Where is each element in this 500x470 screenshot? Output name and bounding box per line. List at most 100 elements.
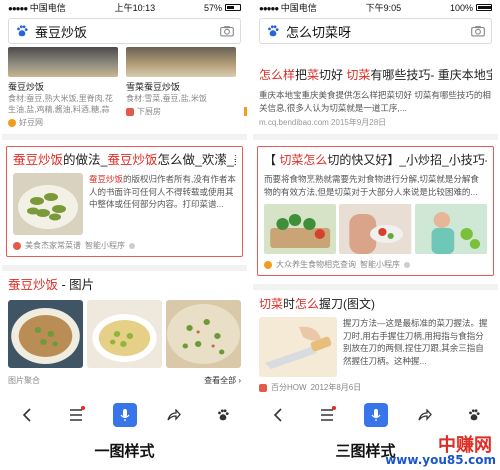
mini-program-label: 智能小程序 (360, 260, 400, 269)
battery-icon (475, 4, 492, 11)
notification-dot (331, 406, 336, 410)
paw-icon (217, 409, 229, 421)
recipe-cards: 蚕豆炒饭 食材:蚕豆,熟大米饭,里脊肉,花生油,盐,鸡精,酱油,料酒,糖,蒜 好… (2, 47, 247, 128)
chevron-left-icon (273, 408, 282, 422)
status-bar: ●●●●● 中国电信 上午10:13 57% (2, 0, 247, 15)
article-result[interactable]: 怎么样把菜切好 切菜有哪些技巧- 重庆本地宝 重庆本地宝重庆美食提供怎么样把菜切… (253, 47, 498, 128)
results-list: 蚕豆炒饭 食材:蚕豆,熟大米饭,里脊肉,花生油,盐,鸡精,酱油,料酒,糖,蒜 好… (2, 47, 247, 412)
divider (2, 134, 247, 140)
recipe-source: 下厨房 (137, 107, 161, 116)
signal-icon: ●●●●● (259, 4, 279, 13)
result-image (264, 204, 337, 254)
result-thumbnail (13, 173, 83, 235)
result-meta: m.cq.bendibao.com 2015年9月28日 (259, 118, 387, 127)
result-card-highlighted[interactable]: 蚕豆炒饭的做法_蚕豆炒饭怎么做_欢潆_美... 蚕豆炒饭的版权归作者所有,没有作… (6, 146, 243, 257)
image-result[interactable] (8, 300, 83, 368)
camera-icon[interactable] (471, 25, 485, 37)
status-bar: ●●●●● 中国电信 下午9:05 100% (253, 0, 498, 15)
result-source: 大众养生食物相克查询 (276, 260, 356, 269)
meishij-logo-icon (13, 241, 21, 250)
camera-icon[interactable] (220, 25, 234, 37)
article-result[interactable]: 切菜时怎么握刀(图文) 握刀方法—这是最标准的菜刀握法。握刀时,用右手握住刀柄,… (253, 296, 498, 393)
result-image (414, 204, 487, 254)
image-result[interactable] (87, 300, 162, 368)
xiachufang-logo-icon (126, 107, 134, 116)
voice-search-button[interactable] (363, 403, 388, 427)
watermark-url: www.you85.com (385, 453, 496, 467)
image-section-title[interactable]: 蚕豆炒饭 - 图片 (8, 277, 241, 294)
share-button[interactable] (162, 404, 186, 426)
search-input[interactable]: 怎么切菜呀 (286, 22, 465, 41)
result-title[interactable]: 蚕豆炒饭的做法_蚕豆炒饭怎么做_欢潆_美... (13, 152, 236, 169)
menu-button[interactable] (315, 404, 339, 426)
view-all-link[interactable]: 查看全部 › (204, 375, 241, 386)
menu-button[interactable] (64, 404, 88, 426)
results-list: 怎么样把菜切好 切菜有哪些技巧- 重庆本地宝 重庆本地宝重庆美食提供怎么样把菜切… (253, 47, 498, 412)
recipe-card[interactable]: 蚕豆炒饭 食材:蚕豆,熟大米饭,里脊肉,花生油,盐,鸡精,酱油,料酒,糖,蒜 好… (8, 47, 118, 128)
recipe-image (126, 47, 236, 77)
recipe-image (8, 47, 118, 77)
result-title[interactable]: 【 切菜怎么切的快又好】_小炒招_小技巧-... (264, 152, 487, 169)
result-card-highlighted[interactable]: 【 切菜怎么切的快又好】_小炒招_小技巧-... 而要将食物烹熟就需要先对食物进… (257, 146, 494, 276)
result-date: 2012年8月6日 (310, 383, 362, 392)
microphone-icon (371, 409, 380, 421)
menu-icon (69, 409, 82, 421)
mini-program-icon (404, 261, 410, 268)
recipe-ingredients: 食材:雪菜,蚕豆,盐,米饭 (126, 94, 207, 103)
clock: 下午9:05 (365, 3, 402, 13)
result-source: 百分HOW (271, 383, 307, 392)
image-result[interactable] (166, 300, 241, 368)
image-section: 蚕豆炒饭 - 图片 图片聚合 查看全部 › (2, 277, 247, 386)
voice-search-button[interactable] (112, 403, 137, 427)
battery-icon (225, 4, 241, 11)
baidu-paw-icon (17, 25, 28, 37)
right-phone-screen: ●●●●● 中国电信 下午9:05 100% 怎么切菜呀 怎么样把菜切好 切菜有… (253, 0, 498, 470)
result-title[interactable]: 怎么样把菜切好 切菜有哪些技巧- 重庆本地宝 (259, 67, 492, 84)
haodou-logo-icon (8, 118, 16, 127)
image-aggregate-label: 图片聚合 (8, 376, 40, 385)
signal-icon: ●●●●● (8, 4, 28, 13)
result-description: 握刀方法—这是最标准的菜刀握法。握刀时,用右手握住刀柄,用拇指与食指分别放在刀的… (343, 318, 488, 366)
carrier: ●●●●● 中国电信 (8, 3, 66, 13)
recipe-name: 雪菜蚕豆炒饭 (126, 82, 181, 92)
carrier: ●●●●● 中国电信 (259, 3, 317, 13)
notification-dot (80, 406, 85, 410)
recipe-name: 蚕豆炒饭 (8, 82, 45, 92)
result-description: 蚕豆炒饭的版权归作者所有,没有作者本人的书面许可任何人不得转载或使用其中整体或任… (89, 174, 236, 209)
bottom-nav (2, 402, 247, 428)
share-button[interactable] (413, 404, 437, 426)
style-caption: 一图样式 (94, 443, 155, 460)
divider (253, 284, 498, 290)
result-title[interactable]: 切菜时怎么握刀(图文) (259, 296, 492, 313)
divider (2, 265, 247, 271)
share-icon (417, 409, 432, 421)
source-logo-icon (264, 260, 272, 269)
back-button[interactable] (15, 404, 39, 426)
microphone-icon (120, 409, 129, 421)
clock: 上午10:13 (114, 3, 156, 13)
recipe-ingredients: 食材:蚕豆,熟大米饭,里脊肉,花生油,盐,鸡精,酱油,料酒,糖,蒜 (8, 94, 113, 114)
search-input[interactable]: 蚕豆炒饭 (35, 22, 214, 41)
share-icon (166, 409, 181, 421)
search-bar[interactable]: 怎么切菜呀 (259, 18, 492, 44)
mini-program-icon (129, 242, 135, 249)
result-source: 美食杰家常菜谱 (25, 241, 81, 250)
home-button[interactable] (211, 404, 235, 426)
result-image (339, 204, 412, 254)
back-button[interactable] (266, 404, 290, 426)
search-bar[interactable]: 蚕豆炒饭 (8, 18, 241, 44)
recipe-card[interactable]: 雪菜蚕豆炒饭 食材:雪菜,蚕豆,盐,米饭 下厨房 (126, 47, 236, 128)
battery-percent: 100% (449, 2, 473, 13)
paw-icon (468, 409, 480, 421)
bottom-nav (253, 402, 498, 428)
recipe-source: 好豆网 (19, 118, 43, 127)
mini-program-label: 智能小程序 (85, 241, 125, 250)
home-button[interactable] (462, 404, 486, 426)
scroll-edge-marker (244, 107, 247, 116)
battery-percent: 57% (203, 2, 222, 13)
chevron-left-icon (22, 408, 31, 422)
result-thumbnail (259, 317, 337, 377)
result-description: 而要将食物烹熟就需要先对食物进行分解,切菜就是分解食物的有效方法,但是切菜对于大… (264, 174, 479, 197)
three-image-row (264, 204, 487, 254)
baidu-paw-icon (268, 25, 279, 37)
